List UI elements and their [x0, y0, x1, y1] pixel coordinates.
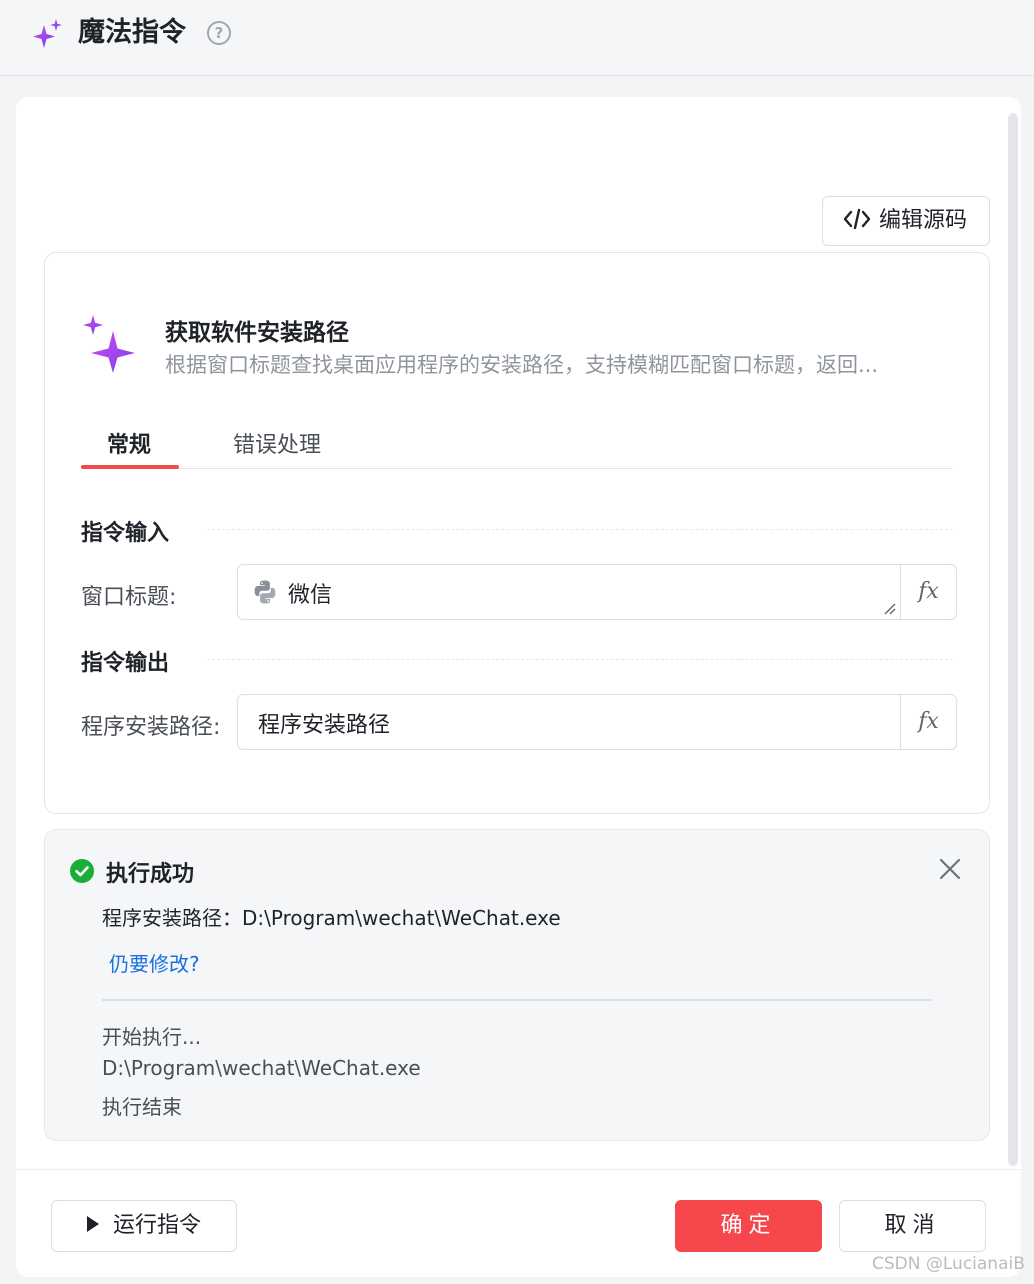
success-check-icon — [70, 859, 94, 883]
scrollbar[interactable] — [1008, 113, 1018, 1166]
install-path-input[interactable]: 程序安装路径 fx — [237, 694, 957, 750]
watermark: CSDN @LucianaiB — [872, 1254, 1025, 1274]
sparkle-icon — [33, 19, 62, 48]
tab-general[interactable]: 常规 — [107, 427, 151, 459]
window-title-input[interactable]: 微信 fx — [237, 564, 957, 620]
execution-status: 执行成功 — [106, 862, 195, 887]
active-tab-indicator — [81, 465, 179, 469]
fx-button[interactable]: fx — [900, 565, 956, 619]
window-title-value: 微信 — [288, 583, 333, 608]
page-title: 魔法指令 — [78, 17, 186, 48]
cancel-button[interactable]: 取消 — [839, 1200, 986, 1252]
header-bar: 魔法指令 ? — [0, 0, 1034, 76]
edit-source-label: 编辑源码 — [879, 208, 968, 233]
input-section-title: 指令输入 — [81, 521, 170, 546]
section-divider — [207, 529, 953, 530]
code-icon — [843, 208, 871, 230]
log-line: D:\Program\wechat\WeChat.exe — [102, 1056, 421, 1080]
output-section-title: 指令输出 — [81, 651, 170, 676]
command-title: 获取软件安装路径 — [165, 320, 349, 346]
tab-error-handling[interactable]: 错误处理 — [233, 427, 321, 459]
command-description: 根据窗口标题查找桌面应用程序的安装路径，支持模糊匹配窗口标题，返回... — [165, 353, 879, 377]
install-path-label: 程序安装路径: — [81, 715, 221, 740]
result-divider — [102, 999, 932, 1001]
run-command-label: 运行指令 — [112, 1213, 201, 1238]
result-panel: 执行成功 程序安装路径：D:\Program\wechat\WeChat.exe… — [44, 829, 990, 1141]
run-command-button[interactable]: 运行指令 — [51, 1200, 237, 1252]
tab-bar: 常规 错误处理 — [81, 423, 953, 469]
play-icon — [86, 1216, 99, 1232]
close-icon[interactable] — [939, 858, 961, 880]
fx-button[interactable]: fx — [900, 695, 956, 749]
confirm-button[interactable]: 确定 — [675, 1200, 822, 1252]
output-path-line: 程序安装路径：D:\Program\wechat\WeChat.exe — [102, 906, 561, 930]
command-card: 获取软件安装路径 根据窗口标题查找桌面应用程序的安装路径，支持模糊匹配窗口标题，… — [44, 252, 990, 814]
window-title-label: 窗口标题: — [81, 585, 177, 610]
python-icon — [254, 580, 276, 604]
modify-link[interactable]: 仍要修改? — [109, 948, 200, 977]
log-line: 执行结束 — [102, 1095, 182, 1119]
section-divider — [207, 659, 953, 660]
footer-divider — [16, 1169, 1021, 1170]
edit-source-button[interactable]: 编辑源码 — [822, 196, 990, 246]
install-path-value: 程序安装路径 — [258, 713, 391, 738]
help-icon[interactable]: ? — [207, 21, 231, 45]
log-line: 开始执行... — [102, 1025, 202, 1049]
resize-handle-icon[interactable] — [884, 603, 896, 615]
sparkle-icon — [83, 315, 135, 373]
